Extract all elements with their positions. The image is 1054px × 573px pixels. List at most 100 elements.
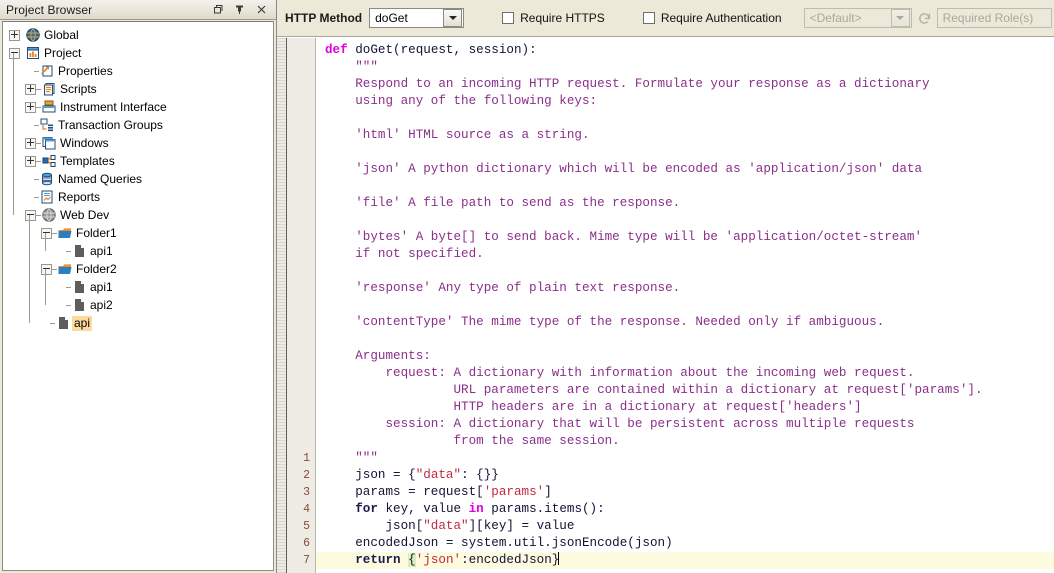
chevron-down-icon-auth[interactable]	[890, 9, 910, 27]
require-https-checkbox[interactable]: Require HTTPS	[502, 11, 605, 25]
code-line[interactable]: from the same session.	[316, 433, 1054, 450]
code-line[interactable]: json["data"][key] = value	[316, 518, 1054, 535]
tree-item-named-queries[interactable]: Named Queries	[3, 170, 273, 188]
code-text-area[interactable]: def doGet(request, session): """ Respond…	[316, 38, 1054, 573]
code-line[interactable]	[316, 144, 1054, 161]
maximize-icon[interactable]	[211, 3, 224, 16]
pin-icon[interactable]	[233, 3, 246, 16]
code-line[interactable]: Arguments:	[316, 348, 1054, 365]
tree-item-transaction-groups[interactable]: Transaction Groups	[3, 116, 273, 134]
code-line[interactable]: request: A dictionary with information a…	[316, 365, 1054, 382]
auth-profile-select[interactable]: <Default>	[803, 8, 912, 28]
tree-item-project[interactable]: Project	[3, 44, 273, 62]
tree-item-api1[interactable]: api1	[3, 278, 273, 296]
http-method-select[interactable]: doGet	[369, 8, 465, 28]
tree-collapse-icon[interactable]	[9, 47, 20, 59]
code-folding-strip[interactable]	[277, 38, 287, 573]
code-line-current[interactable]: return {'json':encodedJson}	[316, 552, 1054, 569]
code-token: json = {	[325, 468, 416, 482]
tree-expand-icon[interactable]	[25, 137, 36, 149]
code-line[interactable]: """	[316, 59, 1054, 76]
code-token: 'params'	[483, 485, 545, 499]
code-line[interactable]: 'bytes' A byte[] to send back. Mime type…	[316, 229, 1054, 246]
code-editor[interactable]: 1 2 3 4 5 6 7 def doGet(request, session): """…	[277, 37, 1054, 573]
project-browser-tree-container[interactable]: Global Project Properties Scripts Instrument…	[2, 21, 274, 571]
file-icon	[75, 245, 84, 257]
tree-collapse-icon[interactable]	[25, 209, 36, 221]
code-token: "data"	[415, 468, 462, 482]
code-token: 'html' HTML source as a string.	[325, 128, 590, 142]
require-authentication-checkbox[interactable]: Require Authentication	[642, 11, 782, 25]
project-browser-title: Project Browser	[6, 2, 93, 17]
code-token: return	[355, 553, 401, 567]
code-line[interactable]: using any of the following keys:	[316, 93, 1054, 110]
code-line[interactable]: 'file' A file path to send as the respon…	[316, 195, 1054, 212]
code-line[interactable]: 'html' HTML source as a string.	[316, 127, 1054, 144]
tree-expand-icon[interactable]	[25, 83, 36, 95]
tree-item-properties[interactable]: Properties	[3, 62, 273, 80]
code-line[interactable]	[316, 263, 1054, 280]
tree-item-web-dev[interactable]: Web Dev	[3, 206, 273, 224]
code-line[interactable]	[316, 212, 1054, 229]
code-token: ]	[544, 485, 552, 499]
tree-item-label: Project	[44, 46, 82, 60]
code-line[interactable]	[316, 331, 1054, 348]
project-tree[interactable]: Global Project Properties Scripts Instrument…	[3, 22, 273, 332]
code-token: 'contentType' The mime type of the respo…	[325, 315, 885, 329]
tree-item-global[interactable]: Global	[3, 26, 273, 44]
code-line[interactable]	[316, 110, 1054, 127]
tree-item-label: api1	[90, 280, 113, 294]
code-line[interactable]: def doGet(request, session):	[316, 42, 1054, 59]
tree-item-templates[interactable]: Templates	[3, 152, 273, 170]
reports-icon	[41, 190, 53, 204]
code-line[interactable]: Respond to an incoming HTTP request. For…	[316, 76, 1054, 93]
line-number-blank	[287, 42, 315, 59]
code-token: params.items():	[483, 502, 605, 516]
tree-item-windows[interactable]: Windows	[3, 134, 273, 152]
project-browser-panel: Project Browser Global Project Propertie…	[0, 0, 277, 573]
code-line[interactable]: params = request['params']	[316, 484, 1054, 501]
code-line[interactable]: 'response' Any type of plain text respon…	[316, 280, 1054, 297]
tree-item-reports[interactable]: Reports	[3, 188, 273, 206]
code-line[interactable]	[316, 297, 1054, 314]
required-roles-input[interactable]: Required Role(s)	[936, 8, 1052, 28]
code-line[interactable]: session: A dictionary that will be persi…	[316, 416, 1054, 433]
code-line[interactable]: """	[316, 450, 1054, 467]
refresh-icon[interactable]	[915, 8, 935, 28]
tree-collapse-icon[interactable]	[41, 263, 52, 275]
code-line[interactable]: 'contentType' The mime type of the respo…	[316, 314, 1054, 331]
tree-item-api2[interactable]: api2	[3, 296, 273, 314]
code-line[interactable]: 'json' A python dictionary which will be…	[316, 161, 1054, 178]
chevron-down-icon[interactable]	[443, 9, 463, 27]
line-number-blank	[287, 212, 315, 229]
checkbox-box-https[interactable]	[502, 12, 515, 24]
tree-expand-icon[interactable]	[9, 29, 20, 41]
tree-expand-icon[interactable]	[25, 155, 36, 167]
code-line[interactable]: encodedJson = system.util.jsonEncode(jso…	[316, 535, 1054, 552]
tree-expander-spacer	[57, 247, 66, 256]
line-number-blank	[287, 297, 315, 314]
checkbox-box-auth[interactable]	[642, 12, 655, 24]
code-line[interactable]: for key, value in params.items():	[316, 501, 1054, 518]
tree-item-folder2[interactable]: Folder2	[3, 260, 273, 278]
line-number-blank	[287, 93, 315, 110]
close-icon[interactable]	[255, 3, 268, 16]
code-line[interactable]: json = {"data": {}}	[316, 467, 1054, 484]
tree-item-folder1[interactable]: Folder1	[3, 224, 273, 242]
code-line[interactable]: HTTP headers are in a dictionary at requ…	[316, 399, 1054, 416]
code-line[interactable]	[316, 178, 1054, 195]
tree-item-api[interactable]: api	[3, 314, 273, 332]
tree-expander-spacer	[25, 193, 34, 202]
tree-item-instrument-interface[interactable]: Instrument Interface	[3, 98, 273, 116]
line-number-blank	[287, 110, 315, 127]
tree-expand-icon[interactable]	[25, 101, 36, 113]
code-line[interactable]: if not specified.	[316, 246, 1054, 263]
code-token: """	[325, 60, 378, 74]
code-line[interactable]: URL parameters are contained within a di…	[316, 382, 1054, 399]
tree-collapse-icon[interactable]	[41, 227, 52, 239]
tree-item-scripts[interactable]: Scripts	[3, 80, 273, 98]
line-number-blank	[287, 382, 315, 399]
tree-item-api1[interactable]: api1	[3, 242, 273, 260]
code-token: 'json' A python dictionary which will be…	[325, 162, 923, 176]
